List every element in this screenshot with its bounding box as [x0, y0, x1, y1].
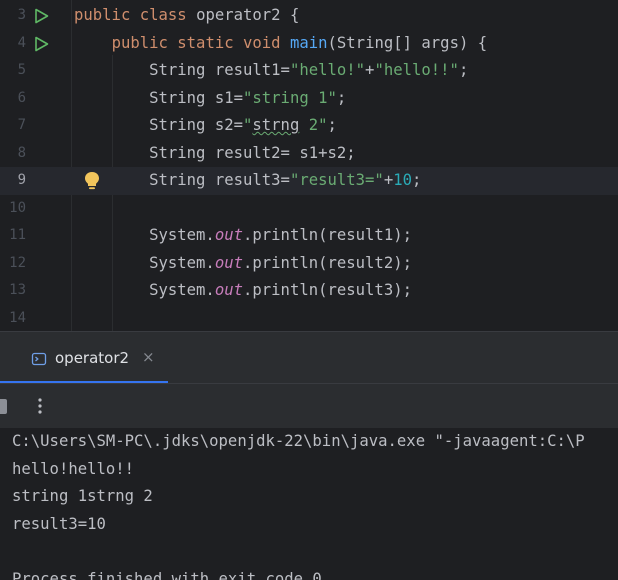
line-number: 8 — [17, 144, 26, 161]
code-line[interactable]: 9 String result3="result3="+10; — [0, 167, 618, 195]
code-token: .println(result2); — [243, 253, 412, 272]
console-line: result3=10 — [12, 514, 106, 533]
line-number: 10 — [9, 199, 26, 216]
code-token: + — [383, 171, 394, 189]
code-text: String result1="hello!"+"hello!!"; — [74, 57, 468, 85]
code-text: System.out.println(result1); — [74, 222, 412, 250]
code-text: System.out.println(result3); — [74, 277, 412, 305]
code-text: public class operator2 { — [74, 2, 299, 30]
code-token: "result3=" — [289, 171, 384, 189]
code-token: ; — [327, 116, 337, 134]
close-icon[interactable]: × — [142, 348, 155, 366]
code-token: " — [243, 116, 253, 134]
code-token: 2" — [299, 116, 328, 134]
code-editor[interactable]: 3 public class operator2 {4 public static… — [0, 0, 618, 331]
code-token: out — [214, 253, 243, 272]
run-toolbar — [0, 383, 618, 428]
run-gutter-icon[interactable] — [33, 8, 51, 24]
code-token: public static void — [111, 33, 290, 52]
line-number: 9 — [17, 172, 26, 188]
code-token: 10 — [393, 171, 412, 189]
code-text: public static void main(String[] args) { — [74, 30, 488, 58]
code-token: ; — [336, 88, 347, 107]
console-line: Process finished with exit code 0 — [12, 569, 322, 580]
code-token: System. — [74, 253, 215, 272]
code-text: String s1="string 1"; — [74, 85, 346, 113]
line-number: 11 — [9, 227, 26, 243]
code-token: out — [214, 226, 243, 244]
code-token: String result2= s1+s2; — [74, 143, 356, 162]
console-line: string 1strng 2 — [12, 487, 153, 505]
run-tab-operator2[interactable]: operator2 × — [0, 332, 168, 384]
code-token: "hello!!" — [374, 61, 459, 79]
code-token: System. — [74, 226, 215, 244]
run-tool-window-header: operator2 × — [0, 331, 618, 384]
line-number: 13 — [9, 282, 26, 298]
console-output[interactable]: C:\Users\SM-PC\.jdks\openjdk-22\bin\java… — [0, 428, 618, 580]
run-tab-label: operator2 — [55, 349, 130, 367]
line-number: 6 — [17, 89, 26, 106]
code-token: "hello!" — [289, 61, 366, 79]
code-line[interactable]: 13 System.out.println(result3); — [0, 277, 618, 305]
code-line[interactable]: 14 — [0, 305, 618, 332]
code-token: String s1= — [74, 88, 243, 107]
code-token: operator2 { — [196, 6, 300, 24]
code-token: main — [289, 33, 328, 52]
code-token: .println(result3); — [243, 281, 412, 299]
run-gutter-icon[interactable] — [33, 36, 51, 52]
code-line[interactable]: 10 — [0, 195, 618, 223]
line-number: 4 — [17, 34, 26, 51]
console-line: hello!hello!! — [12, 459, 135, 478]
code-token: System. — [74, 281, 215, 299]
more-options-icon[interactable] — [32, 394, 48, 418]
code-token: (String[] args) { — [327, 33, 488, 52]
line-number: 14 — [9, 309, 26, 326]
console-line: C:\Users\SM-PC\.jdks\openjdk-22\bin\java… — [12, 432, 585, 450]
code-token: ; — [458, 61, 469, 79]
code-line[interactable]: 3 public class operator2 { — [0, 2, 618, 30]
stop-icon[interactable] — [0, 399, 7, 414]
code-token: String s2= — [74, 116, 243, 134]
line-number: 5 — [17, 62, 26, 78]
code-line[interactable]: 7 String s2="strng 2"; — [0, 112, 618, 140]
code-line[interactable]: 5 String result1="hello!"+"hello!!"; — [0, 57, 618, 85]
code-token: strng — [252, 116, 300, 134]
code-line[interactable]: 6 String s1="string 1"; — [0, 85, 618, 113]
code-line[interactable]: 8 String result2= s1+s2; — [0, 140, 618, 168]
line-number: 3 — [17, 7, 26, 23]
code-token: public class — [74, 6, 197, 24]
code-token: "string 1" — [243, 88, 337, 107]
code-token: .println(result1); — [243, 226, 412, 244]
line-number: 12 — [9, 254, 26, 271]
code-line[interactable]: 12 System.out.println(result2); — [0, 250, 618, 278]
code-text: String result3="result3="+10; — [74, 167, 421, 195]
code-line[interactable]: 11 System.out.println(result1); — [0, 222, 618, 250]
code-text: String s2="strng 2"; — [74, 112, 337, 140]
code-text: String result2= s1+s2; — [74, 140, 356, 168]
code-token: ; — [412, 171, 422, 189]
code-token: String result3= — [74, 171, 290, 189]
code-line[interactable]: 4 public static void main(String[] args)… — [0, 30, 618, 58]
console-icon — [31, 351, 47, 367]
code-token: out — [214, 281, 243, 299]
code-token: String result1= — [74, 61, 290, 79]
line-number: 7 — [17, 117, 26, 133]
code-text: System.out.println(result2); — [74, 250, 412, 278]
